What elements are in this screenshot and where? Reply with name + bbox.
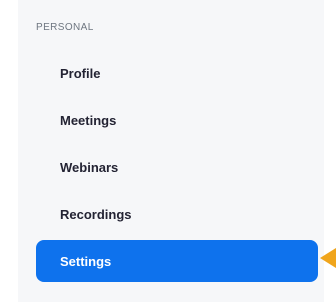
sidebar-item-label: Profile — [60, 65, 101, 81]
sidebar-item-label: Recordings — [60, 206, 132, 222]
sidebar-item-label: Settings — [60, 253, 112, 269]
sidebar-item-label: Webinars — [60, 159, 119, 175]
sidebar-item-recordings[interactable]: Recordings — [18, 193, 318, 235]
pointer-arrow-icon — [320, 248, 336, 268]
sidebar-item-settings[interactable]: Settings — [36, 240, 318, 282]
sidebar-panel: PERSONAL Profile Meetings Webinars Recor… — [18, 0, 324, 302]
sidebar-item-webinars[interactable]: Webinars — [18, 146, 318, 188]
section-label: PERSONAL — [36, 22, 94, 33]
sidebar-item-label: Meetings — [60, 112, 117, 128]
sidebar-item-meetings[interactable]: Meetings — [18, 99, 318, 141]
sidebar-item-profile[interactable]: Profile — [18, 52, 318, 94]
